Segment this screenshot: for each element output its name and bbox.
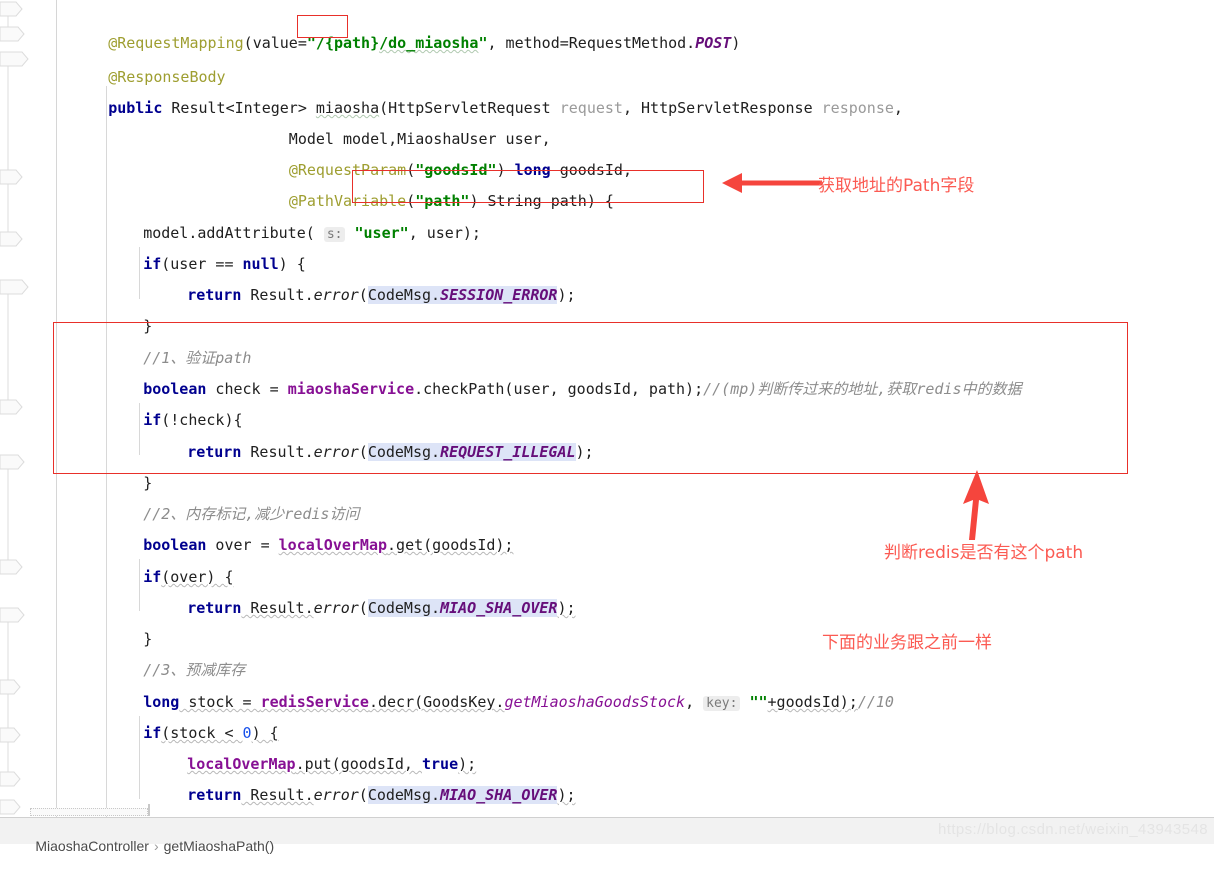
token-keyword-return: return bbox=[187, 286, 242, 304]
annotation-label-path-field: 获取地址的Path字段 bbox=[818, 176, 975, 196]
highlight-box-path-variable-param bbox=[352, 170, 704, 203]
code-line[interactable]: return Result.error(CodeMsg.SESSION_ERRO… bbox=[133, 268, 576, 322]
token-post-const: POST bbox=[695, 34, 732, 52]
chevron-right-icon: › bbox=[153, 838, 159, 854]
param-hint-s: s: bbox=[323, 227, 346, 242]
annotation-label-same-business: 下面的业务跟之前一样 bbox=[822, 633, 992, 653]
token-empty-string: "" bbox=[749, 693, 768, 711]
watermark-url: https://blog.csdn.net/weixin_43943548 bbox=[938, 821, 1208, 838]
comment-ten: //10 bbox=[857, 693, 894, 711]
breadcrumb[interactable]: MiaoshaController › getMiaoshaPath() bbox=[12, 822, 274, 870]
arrow-to-check-path-block bbox=[963, 470, 989, 540]
annotation-label-redis-path: 判断redis是否有这个path bbox=[884, 543, 1084, 563]
code-line[interactable]: return Result.error(CodeMsg.MIAO_SHA_OVE… bbox=[133, 768, 576, 822]
param-hint-key: key: bbox=[703, 696, 741, 711]
scrollbar-end-marker bbox=[148, 804, 150, 816]
breadcrumb-item-class[interactable]: MiaoshaController bbox=[35, 838, 149, 854]
horizontal-scrollbar-stub[interactable] bbox=[30, 808, 148, 816]
token-miao-sha-over-2: MIAO_SHA_OVER bbox=[440, 786, 558, 804]
token-do-miaosha: /do_miaosha bbox=[379, 34, 479, 52]
token-user-literal: "user" bbox=[354, 224, 409, 242]
arrow-to-path-variable bbox=[722, 173, 822, 193]
status-bar: MiaoshaController › getMiaoshaPath() https… bbox=[0, 817, 1214, 854]
token-get-miaosha-goods-stock: getMiaoshaGoodsStock bbox=[504, 693, 686, 711]
highlight-box-path-token bbox=[297, 15, 348, 38]
breadcrumb-item-method[interactable]: getMiaoshaPath() bbox=[164, 838, 275, 854]
code-line[interactable]: return Result.error(CodeMsg.MIAO_SHA_OVE… bbox=[133, 581, 576, 635]
ide-editor-window: @RequestMapping(value="/{path}/do_miaosh… bbox=[0, 0, 1214, 854]
highlight-box-check-path-block bbox=[53, 322, 1128, 474]
gutter-fold-markers[interactable] bbox=[0, 0, 57, 818]
token-session-error: SESSION_ERROR bbox=[440, 286, 558, 304]
token-miao-sha-over: MIAO_SHA_OVER bbox=[440, 599, 558, 617]
